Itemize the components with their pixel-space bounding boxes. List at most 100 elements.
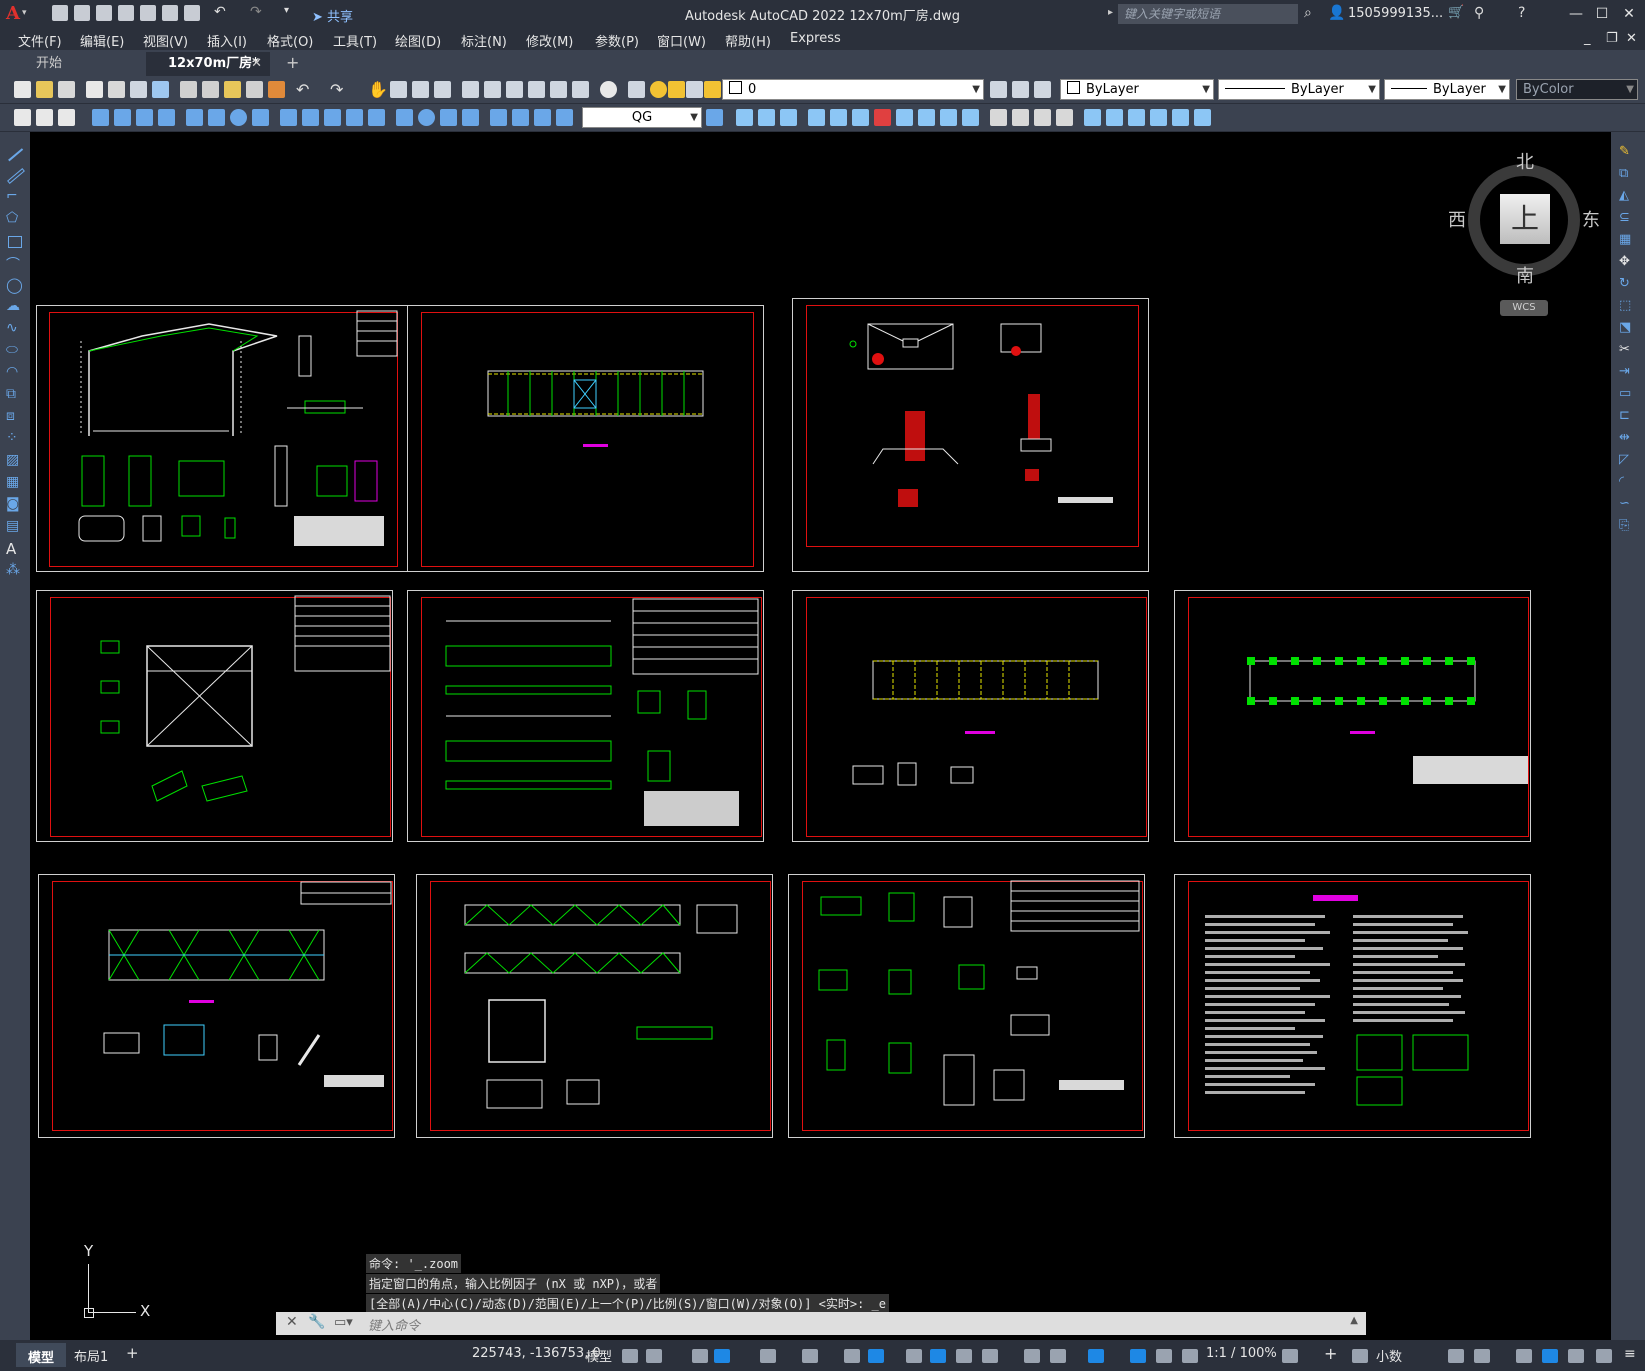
move-faces-icon[interactable] [830, 109, 847, 126]
drawing-sheet-11[interactable] [1174, 874, 1531, 1138]
menu-window[interactable]: 窗口(W) [657, 31, 706, 50]
tab-drawing[interactable]: 12x70m厂房* ✕ [146, 52, 270, 76]
radius-dimension-icon[interactable] [186, 109, 203, 126]
fullscreen-icon[interactable] [1596, 1349, 1612, 1363]
gizmo-icon[interactable] [1088, 1349, 1104, 1363]
mirror-icon[interactable]: ◭ [1619, 188, 1637, 206]
tool-palettes-icon[interactable] [506, 81, 523, 98]
dynamic-ucs-icon[interactable] [1024, 1349, 1040, 1363]
menu-express[interactable]: Express [790, 31, 841, 46]
drawing-sheet-6[interactable] [792, 590, 1149, 842]
west-label[interactable]: 西 [1448, 206, 1466, 232]
viewcube-top-face[interactable]: 上 [1500, 194, 1550, 244]
menu-view[interactable]: 视图(V) [143, 31, 188, 50]
menu-parameter[interactable]: 参数(P) [595, 31, 639, 50]
table-icon[interactable]: ▤ [6, 518, 24, 536]
drawing-sheet-10[interactable] [788, 874, 1145, 1138]
jogged-dimension-icon[interactable] [208, 109, 225, 126]
layer-properties-icon[interactable] [628, 81, 645, 98]
annotation-visibility-icon[interactable] [1130, 1349, 1146, 1363]
units-value[interactable]: 小数 [1376, 1346, 1402, 1365]
spline-icon[interactable]: ∿ [6, 320, 24, 338]
revision-cloud-icon[interactable]: ☁ [6, 298, 24, 316]
edit-solid-icon[interactable] [1106, 109, 1123, 126]
properties-icon[interactable] [462, 81, 479, 98]
drawing-sheet-7[interactable] [1174, 590, 1531, 842]
text-style-dropdown[interactable]: QG ▼ [582, 107, 702, 128]
customization-menu-icon[interactable]: ≡ [1624, 1346, 1636, 1362]
arc-length-icon[interactable] [136, 109, 153, 126]
dynamic-input-icon[interactable] [714, 1349, 730, 1363]
drawing-sheet-3[interactable] [792, 298, 1149, 572]
south-label[interactable]: 南 [1516, 262, 1534, 288]
drawing-sheet-1[interactable] [36, 305, 411, 572]
open-icon[interactable] [36, 81, 53, 98]
ortho-mode-icon[interactable] [760, 1349, 776, 1363]
minimize-button[interactable]: — [1564, 4, 1588, 24]
extract-edges-icon[interactable] [1194, 109, 1211, 126]
undo-icon[interactable]: ↶ [214, 5, 230, 21]
insert-block-icon[interactable]: ⧉ [6, 386, 24, 404]
color-dropdown[interactable]: ByLayer ▼ [1060, 79, 1214, 100]
baseline-dimension-icon[interactable] [302, 109, 319, 126]
dimension-edit-icon[interactable] [490, 109, 507, 126]
clean-screen-icon[interactable] [1568, 1349, 1584, 1363]
tab-layout1[interactable]: 布局1 [74, 1346, 108, 1365]
layer-lock-icon[interactable] [704, 81, 721, 98]
layer-previous-icon[interactable] [1012, 81, 1029, 98]
dimension-style-icon[interactable] [556, 109, 573, 126]
copy-object-icon[interactable]: ⧉ [1619, 166, 1637, 184]
save-icon[interactable] [96, 5, 112, 21]
shell-icon[interactable] [1056, 109, 1073, 126]
pan-icon[interactable]: ✋ [368, 81, 388, 98]
annotation-monitor-icon[interactable]: + [1324, 1344, 1337, 1363]
drawing-sheet-5[interactable] [407, 590, 764, 842]
chamfer-icon[interactable]: ◸ [1619, 452, 1637, 470]
hatch-icon[interactable]: ▨ [6, 452, 24, 470]
menu-dimension[interactable]: 标注(N) [461, 31, 507, 50]
customize-quick-access-icon[interactable]: ▾ [284, 5, 300, 21]
ordinate-dimension-icon[interactable] [158, 109, 175, 126]
isometric-drafting-icon[interactable] [844, 1349, 860, 1363]
line-icon[interactable] [6, 146, 24, 162]
plot-icon[interactable] [86, 81, 103, 98]
drawing-sheet-8[interactable] [38, 874, 395, 1138]
tab-model[interactable]: 模型 [16, 1343, 66, 1367]
snap-mode-icon[interactable] [646, 1349, 662, 1363]
intersect-icon[interactable] [780, 109, 797, 126]
menu-help[interactable]: 帮助(H) [725, 31, 771, 50]
quick-properties-icon[interactable] [1448, 1349, 1464, 1363]
zoom-previous-icon[interactable] [434, 81, 451, 98]
linear-dimension-icon[interactable] [92, 109, 109, 126]
region-icon[interactable]: ◙ [6, 496, 24, 514]
join-icon[interactable]: ⇹ [1619, 430, 1637, 448]
tab-start[interactable]: 开始 [14, 52, 146, 76]
separate-icon[interactable] [1034, 109, 1051, 126]
new-tab-button[interactable]: + [286, 53, 299, 72]
angular-dimension-icon[interactable] [252, 109, 269, 126]
zoom-realtime-icon[interactable] [390, 81, 407, 98]
layer-states-icon[interactable] [1034, 81, 1051, 98]
arc-icon[interactable]: ⌒ [6, 254, 24, 273]
blend-curves-icon[interactable]: ∽ [1619, 496, 1637, 514]
layer-viewport-icon[interactable] [686, 81, 703, 98]
insert-block-icon[interactable] [36, 109, 53, 126]
open-web-icon[interactable] [140, 5, 156, 21]
customize-cmdline-icon[interactable]: 🔧 [308, 1314, 325, 1330]
polygon-icon[interactable]: ⬠ [6, 210, 24, 228]
auto-scale-icon[interactable] [1156, 1349, 1172, 1363]
search-expand-icon[interactable]: ▸ [1108, 7, 1113, 18]
3d-object-snap-icon[interactable] [982, 1349, 998, 1363]
grid-icon[interactable] [622, 1349, 638, 1363]
lock-ui-icon[interactable] [1474, 1349, 1490, 1363]
center-mark-icon[interactable] [418, 109, 435, 126]
doc-minimize-icon[interactable]: _ [1584, 31, 1591, 46]
drawing-area[interactable]: 上 北 南 西 东 WCS Y X 命令: '_.zoom 指定窗口的角点，输入… [30, 132, 1611, 1340]
break-at-point-icon[interactable]: ▭ [1619, 386, 1637, 404]
markup-icon[interactable] [550, 81, 567, 98]
offset-faces-icon[interactable] [852, 109, 869, 126]
close-tab-icon[interactable]: ✕ [251, 52, 262, 76]
help-search-input[interactable]: 键入关键字或短语 [1118, 4, 1298, 24]
calculator-icon[interactable] [572, 81, 589, 98]
menu-modify[interactable]: 修改(M) [526, 31, 573, 50]
